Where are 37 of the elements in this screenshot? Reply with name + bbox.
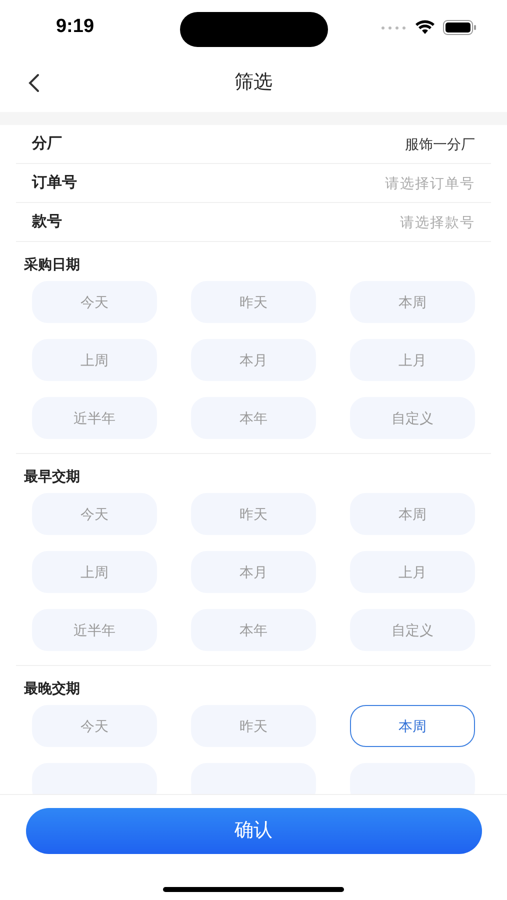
field-label: 订单号 bbox=[32, 172, 77, 193]
option-chip[interactable]: 自定义 bbox=[350, 397, 475, 439]
option-chip[interactable]: 今天 bbox=[32, 281, 157, 323]
signal-icon bbox=[381, 26, 407, 30]
status-time: 9:19 bbox=[54, 15, 96, 40]
option-chip[interactable]: 上周 bbox=[32, 551, 157, 593]
field-label: 分厂 bbox=[32, 134, 62, 154]
option-chip[interactable]: 昨天 bbox=[191, 281, 316, 323]
option-chip[interactable]: 上周 bbox=[32, 339, 157, 381]
section-title: 最早交期 bbox=[23, 467, 81, 486]
option-chip[interactable]: 本月 bbox=[191, 551, 316, 593]
section-title: 采购日期 bbox=[23, 255, 81, 274]
option-chip[interactable]: 近半年 bbox=[32, 609, 157, 651]
confirm-button[interactable]: 确认 bbox=[26, 808, 482, 854]
option-chip[interactable]: 本月 bbox=[191, 339, 316, 381]
page-title: 筛选 bbox=[234, 71, 272, 96]
select-field[interactable]: 请选择款号 bbox=[400, 212, 475, 232]
option-chip[interactable]: 本年 bbox=[191, 397, 316, 439]
option-chip[interactable]: 上月 bbox=[350, 551, 475, 593]
option-chip[interactable]: 本周 bbox=[350, 281, 475, 323]
wifi-icon bbox=[415, 20, 435, 35]
option-chip[interactable]: 上月 bbox=[350, 339, 475, 381]
option-chip[interactable]: 今天 bbox=[32, 705, 157, 747]
field-value[interactable]: 服饰一分厂 bbox=[405, 134, 475, 154]
option-chip[interactable]: 昨天 bbox=[191, 705, 316, 747]
select-field[interactable]: 请选择订单号 bbox=[385, 172, 475, 194]
field-label: 款号 bbox=[32, 212, 62, 232]
option-chip[interactable]: 本周 bbox=[350, 493, 475, 535]
option-chip[interactable]: 今天 bbox=[32, 493, 157, 535]
battery-icon bbox=[443, 20, 477, 35]
section-title: 最晚交期 bbox=[23, 679, 81, 698]
option-chip[interactable]: 自定义 bbox=[350, 609, 475, 651]
option-chip[interactable]: 昨天 bbox=[191, 493, 316, 535]
option-chip[interactable]: 本年 bbox=[191, 609, 316, 651]
option-chip[interactable]: 近半年 bbox=[32, 397, 157, 439]
back-icon bbox=[28, 73, 40, 93]
option-chip[interactable]: 本周 bbox=[350, 705, 475, 747]
